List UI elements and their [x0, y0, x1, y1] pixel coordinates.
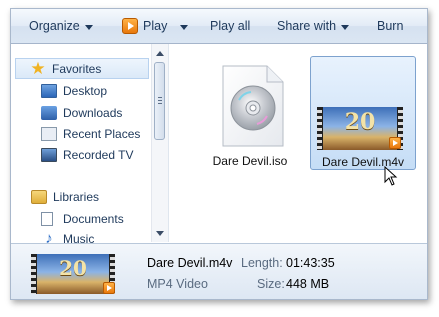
play-all-label: Play all — [210, 19, 251, 33]
share-with-label: Share with — [277, 19, 337, 33]
nav-favorites-label: Favorites — [52, 61, 102, 76]
downloads-icon — [41, 105, 57, 120]
video-frame: 20 — [323, 107, 397, 150]
nav-item-label: Recent Places — [63, 126, 141, 141]
recent-places-icon — [41, 126, 57, 141]
scroll-up-icon — [156, 50, 164, 56]
file-list: Dare Devil.iso 20 Dare Devil.m4v — [169, 44, 427, 242]
details-filename: Dare Devil.m4v — [147, 256, 233, 270]
scroll-down-button[interactable] — [152, 225, 168, 241]
documents-icon — [41, 211, 53, 226]
chevron-down-icon — [341, 24, 350, 30]
play-button[interactable]: Play — [122, 9, 189, 43]
details-type: MP4 Video — [147, 277, 208, 291]
studio-logo: 20 — [59, 256, 87, 280]
details-length-value: 01:43:35 — [286, 256, 335, 270]
desktop-icon — [41, 83, 57, 98]
details-length-label: Length: — [241, 256, 283, 270]
grip-line — [158, 103, 162, 104]
nav-libraries[interactable]: Libraries — [31, 186, 171, 207]
nav-scrollbar[interactable] — [151, 44, 168, 242]
burn-label: Burn — [377, 19, 404, 33]
video-play-badge-icon — [389, 137, 401, 149]
nav-item-label: Desktop — [63, 83, 108, 98]
scroll-thumb[interactable] — [154, 62, 165, 140]
organize-label: Organize — [29, 19, 80, 33]
file-item-iso[interactable]: Dare Devil.iso — [185, 56, 315, 170]
video-play-badge-icon — [103, 282, 115, 294]
play-all-button[interactable]: Play all — [210, 9, 250, 43]
details-pane: 20 Dare Devil.m4v MP4 Video Length: 01:4… — [11, 243, 427, 299]
file-item-m4v[interactable]: 20 Dare Devil.m4v — [310, 56, 416, 170]
libraries-icon — [31, 189, 47, 204]
nav-item-label: Recorded TV — [63, 147, 134, 162]
nav-item-label: Downloads — [63, 105, 123, 120]
file-name: Dare Devil.m4v — [321, 155, 405, 169]
nav-favorites[interactable]: ★ Favorites — [15, 58, 149, 79]
chevron-down-icon — [84, 24, 93, 30]
film-perforation — [317, 107, 322, 150]
burn-button[interactable]: Burn — [377, 9, 403, 43]
nav-libraries-label: Libraries — [53, 189, 100, 204]
film-perforation — [31, 254, 36, 294]
video-frame: 20 — [37, 254, 109, 294]
mouse-pointer-icon — [384, 166, 398, 186]
disc-image-icon — [222, 65, 284, 147]
details-size-label: Size: — [257, 277, 285, 291]
share-with-button[interactable]: Share with — [277, 9, 350, 43]
nav-item-label: Documents — [63, 211, 124, 226]
command-bar: Organize Play Play all Share with Burn — [11, 9, 427, 44]
scroll-up-button[interactable] — [152, 45, 168, 61]
chevron-down-icon — [180, 24, 189, 30]
organize-button[interactable]: Organize — [29, 9, 93, 43]
play-icon — [122, 18, 138, 34]
grip-line — [158, 97, 162, 98]
details-size-value: 448 MB — [286, 277, 330, 291]
play-label: Play — [143, 19, 168, 33]
studio-logo: 20 — [344, 109, 376, 135]
navigation-pane: ★ Favorites Desktop Downloads Recent Pla… — [11, 44, 171, 246]
recorded-tv-icon — [41, 147, 57, 162]
grip-line — [158, 100, 162, 101]
scroll-down-icon — [156, 230, 164, 236]
explorer-window: Organize Play Play all Share with Burn ★… — [10, 8, 428, 300]
file-name: Dare Devil.iso — [212, 154, 288, 168]
star-icon: ★ — [30, 58, 46, 78]
